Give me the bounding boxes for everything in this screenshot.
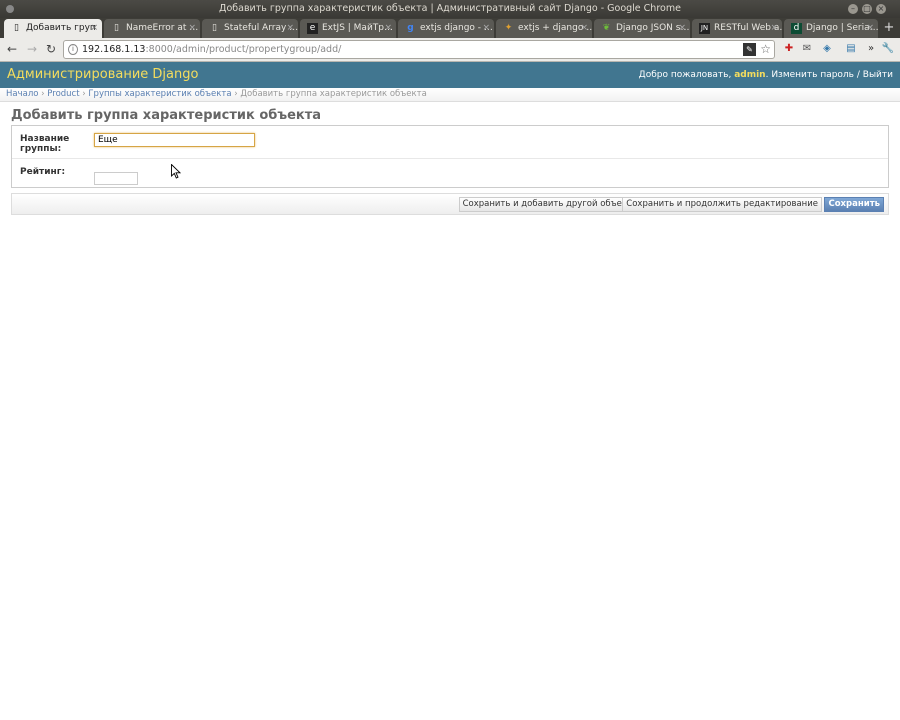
extension-calendar-icon[interactable]: ▤	[844, 42, 858, 56]
rating-label: Рейтинг:	[20, 167, 66, 177]
breadcrumb-home[interactable]: Начало	[6, 89, 38, 99]
user-tools: Добро пожаловать, admin. Изменить пароль…	[638, 70, 893, 80]
tab-7[interactable]: JN RESTful Web a… ×	[692, 19, 782, 38]
admin-header: Администрирование Django Добро пожаловат…	[0, 62, 900, 88]
tab-2[interactable]: ▯ Stateful Array … ×	[202, 19, 298, 38]
jn-icon: JN	[699, 23, 710, 34]
breadcrumb-app[interactable]: Product	[47, 89, 79, 99]
form-row-name: Название группы:	[12, 126, 888, 159]
address-bar[interactable]: i 192.168.1.13:8000/admin/product/proper…	[63, 40, 775, 59]
tab-close-icon[interactable]: ×	[770, 19, 778, 38]
logout-link[interactable]: Выйти	[863, 70, 893, 80]
extension-red-icon[interactable]: ✚	[782, 42, 796, 56]
tab-close-icon[interactable]: ×	[678, 19, 686, 38]
tab-strip: ▯ Добавить груп × ▯ NameError at … × ▯ S…	[0, 18, 900, 38]
tab-6[interactable]: ❦ Django JSON s… ×	[594, 19, 690, 38]
form-row-rating: Рейтинг:	[12, 159, 888, 187]
tab-8[interactable]: d Django | Seria… ×	[784, 19, 878, 38]
tab-close-icon[interactable]: ×	[90, 19, 98, 38]
bookmark-star-icon[interactable]: ☆	[760, 41, 771, 58]
tab-close-icon[interactable]: ×	[286, 19, 294, 38]
window-menu-icon[interactable]	[6, 5, 14, 13]
browser-toolbar: ← → ↻ i 192.168.1.13:8000/admin/product/…	[0, 38, 900, 62]
close-window-icon[interactable]: ×	[876, 4, 886, 14]
tab-0[interactable]: ▯ Добавить груп ×	[4, 19, 102, 38]
tab-5[interactable]: ✦ extjs + django … ×	[496, 19, 592, 38]
breadcrumb: Начало › Product › Группы характеристик …	[0, 88, 900, 102]
tab-1[interactable]: ▯ NameError at … ×	[104, 19, 200, 38]
wrench-menu-icon[interactable]: 🔧	[881, 42, 895, 56]
name-input[interactable]	[94, 133, 255, 147]
page-title: Добавить группа характеристик объекта	[11, 108, 322, 123]
minimize-icon[interactable]: –	[848, 4, 858, 14]
django-icon: d	[791, 23, 802, 34]
form-fieldset: Название группы: Рейтинг:	[11, 125, 889, 188]
extjs-icon: e	[307, 23, 318, 34]
page-info-icon[interactable]: i	[68, 44, 78, 55]
leaf-icon: ❦	[602, 23, 611, 33]
username: admin	[734, 70, 766, 80]
breadcrumb-model[interactable]: Группы характеристик объекта	[88, 89, 231, 99]
new-tab-icon[interactable]: +	[882, 21, 896, 35]
change-password-link[interactable]: Изменить пароль	[771, 70, 854, 80]
gmail-icon[interactable]: ✉	[800, 42, 814, 56]
submit-row: Сохранить и добавить другой объект Сохра…	[11, 193, 889, 215]
tab-4[interactable]: g extjs django - … ×	[398, 19, 494, 38]
tab-close-icon[interactable]: ×	[384, 19, 392, 38]
tab-close-icon[interactable]: ×	[866, 19, 874, 38]
page-icon: ▯	[114, 23, 119, 33]
tab-label: ExtJS | МайТр…	[322, 23, 394, 33]
address-host: 192.168.1.13	[82, 44, 146, 55]
more-extensions-icon[interactable]: »	[864, 42, 878, 56]
tab-close-icon[interactable]: ×	[482, 19, 490, 38]
extension-blue-icon[interactable]: ◈	[820, 42, 834, 56]
tab-close-icon[interactable]: ×	[580, 19, 588, 38]
save-button[interactable]: Сохранить	[824, 197, 884, 212]
breadcrumb-current: Добавить группа характеристик объекта	[240, 89, 427, 99]
tab-3[interactable]: e ExtJS | МайТр… ×	[300, 19, 396, 38]
page-icon: ▯	[212, 23, 217, 33]
page-icon: ▯	[14, 23, 19, 33]
site-brand[interactable]: Администрирование Django	[7, 67, 198, 82]
name-label: Название группы:	[20, 134, 70, 154]
tab-close-icon[interactable]: ×	[188, 19, 196, 38]
save-continue-button[interactable]: Сохранить и продолжить редактирование	[622, 197, 822, 212]
edit-extension-icon[interactable]: ✎	[743, 43, 756, 56]
window-titlebar: Добавить группа характеристик объекта | …	[0, 0, 900, 18]
welcome-text: Добро пожаловать,	[638, 70, 732, 80]
save-add-another-button[interactable]: Сохранить и добавить другой объект	[458, 197, 636, 212]
google-icon: g	[407, 23, 414, 33]
rating-input[interactable]	[94, 172, 138, 185]
tab-label: Добавить груп	[26, 23, 96, 33]
forward-icon[interactable]: →	[25, 42, 39, 56]
reload-icon[interactable]: ↻	[44, 42, 58, 56]
maximize-icon[interactable]: □	[862, 4, 872, 14]
back-icon[interactable]: ←	[5, 42, 19, 56]
address-path: :8000/admin/product/propertygroup/add/	[145, 44, 342, 55]
google-icon: ✦	[504, 23, 513, 33]
tab-label: NameError at …	[126, 23, 199, 33]
window-title: Добавить группа характеристик объекта | …	[219, 3, 681, 14]
